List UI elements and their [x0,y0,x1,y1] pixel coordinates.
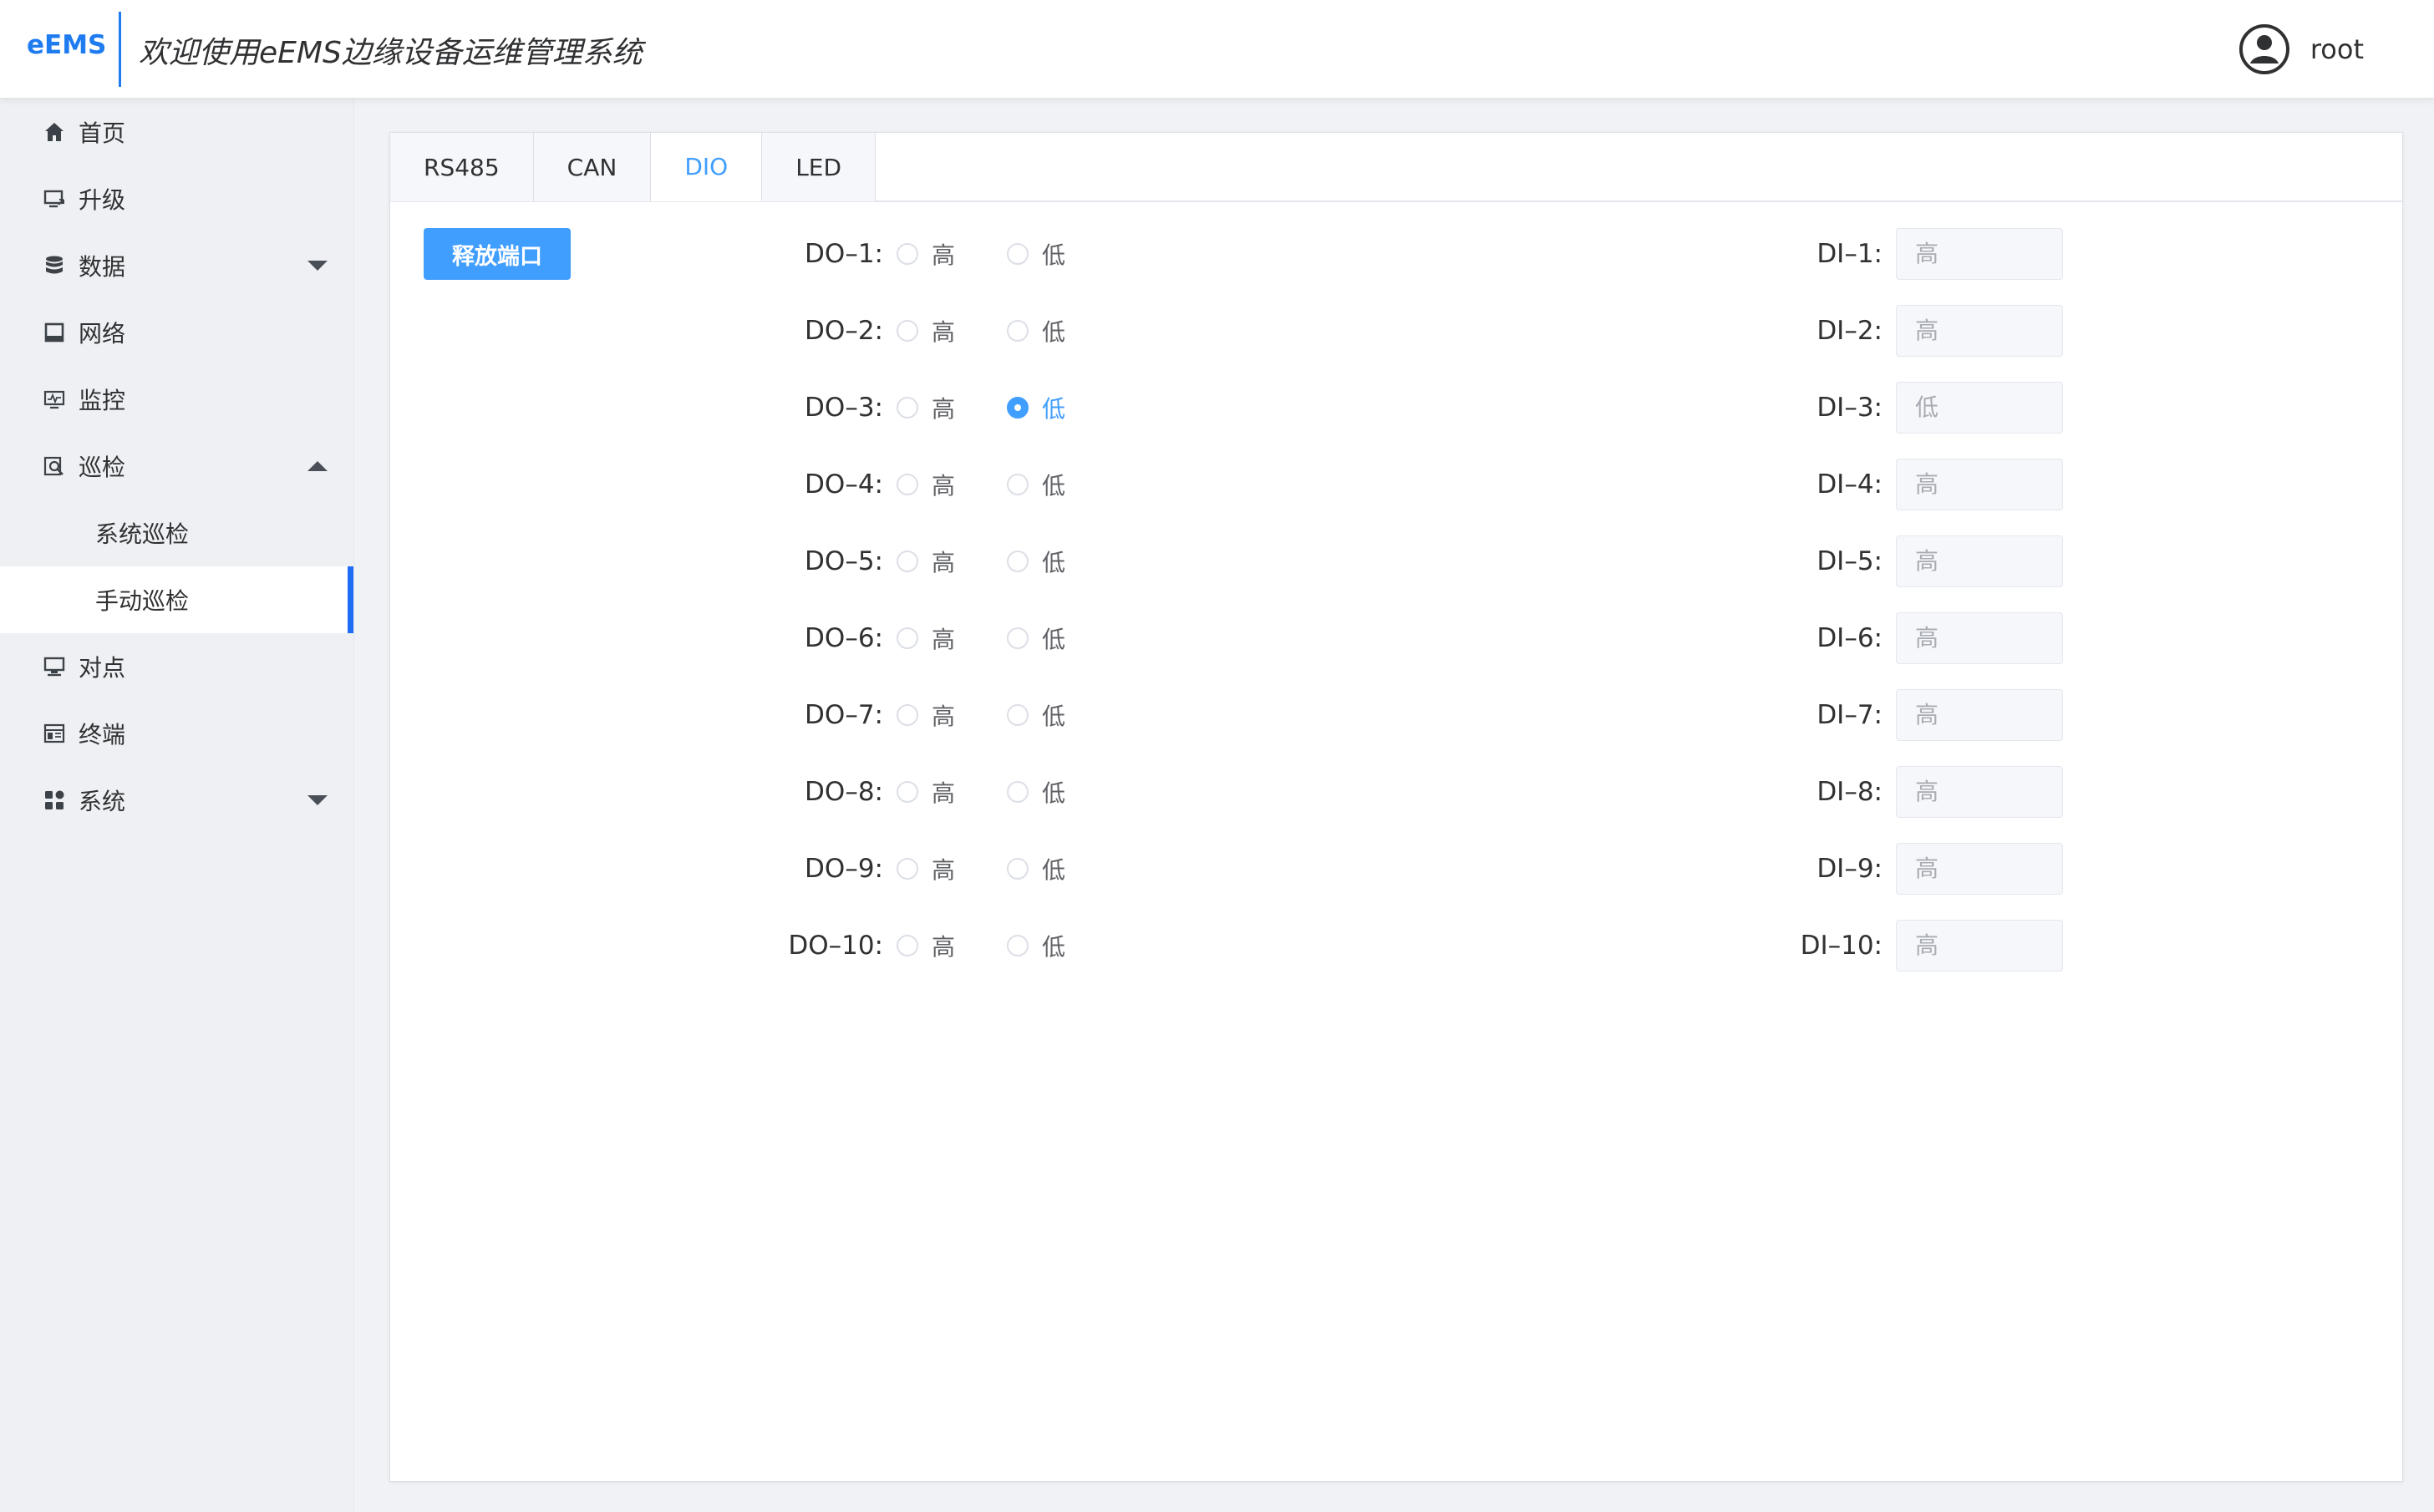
di-port-label: DI–3: [1817,393,1883,423]
protocol-tabs: RS485 CAN DIO LED [390,133,2402,201]
submenu-item-manual-inspection[interactable]: 手动巡检 [0,566,353,633]
di-value-field: 低 [1896,382,2063,434]
di-value-field: 高 [1896,766,2063,818]
sidebar-item-label: 首页 [79,119,126,147]
submenu-item-label: 手动巡检 [95,587,190,615]
chevron-down-icon[interactable] [307,794,328,806]
sidebar-item-label: 系统 [79,788,126,815]
di-port-label: DI–2: [1817,316,1883,346]
sidebar-item-system[interactable]: 系统 [0,767,353,834]
di-value-field: 高 [1896,459,2063,510]
point-icon [43,657,65,677]
sidebar-item-network[interactable]: 网络 [0,299,353,366]
database-icon [46,256,63,274]
top-header: eEMS 欢迎使用eEMS边缘设备运维管理系统 root [0,0,2434,99]
submenu-item-label: 系统巡检 [95,520,190,548]
inspect-icon [43,456,64,476]
system-icon [45,790,64,809]
logo-divider [119,12,121,87]
di-port-label: DI–6: [1817,623,1883,653]
logo[interactable]: eEMS [27,30,106,60]
sidebar-item-label: 数据 [79,253,126,281]
submenu-item-system-inspection[interactable]: 系统巡检 [0,500,353,566]
di-value-field: 高 [1896,305,2063,357]
sidebar-item-label: 监控 [79,387,126,414]
di-value-field: 高 [1896,843,2063,895]
di-port-label: DI–10: [1800,931,1883,961]
sidebar-item-inspection[interactable]: 巡检 [0,433,353,500]
monitor-icon [43,390,65,409]
dio-panel: RS485 CAN DIO LED 释放端口 DO–1: 高低 DI–1: 高 DO–2… [389,132,2403,1482]
sidebar-item-home[interactable]: 首页 [0,99,353,165]
sidebar-item-point-check[interactable]: 对点 [0,633,353,700]
di-value-field: 高 [1896,689,2063,741]
upgrade-icon [43,190,64,208]
app-title: 欢迎使用eEMS边缘设备运维管理系统 [139,36,643,70]
user-name[interactable]: root [2310,33,2364,65]
di-port-label: DI–7: [1817,700,1883,730]
sidebar-item-data[interactable]: 数据 [0,232,353,299]
di-port-label: DI–1: [1817,239,1883,269]
sidebar-item-label: 终端 [79,721,126,748]
sidebar-item-label: 对点 [79,654,126,682]
chevron-down-icon[interactable] [307,260,328,271]
di-port-label: DI–8: [1817,777,1883,807]
tab-can[interactable]: CAN [533,133,652,201]
sidebar: 首页 升级 数据 网络 监控 巡检 系统巡检 手动巡检 对点 终端 系统 [0,99,354,1512]
tab-rs485[interactable]: RS485 [390,133,534,201]
user-avatar-icon[interactable] [2238,23,2290,75]
di-port-label: DI–4: [1817,469,1883,500]
sidebar-item-label: 巡检 [79,454,126,481]
chevron-up-icon[interactable] [307,460,328,472]
tabs-divider [390,201,2402,202]
user-menu[interactable]: root [2238,23,2364,75]
di-value-field: 高 [1896,228,2063,280]
tab-dio[interactable]: DIO [651,133,763,201]
home-icon [45,123,64,141]
network-icon [44,322,64,342]
di-value-field: 高 [1896,535,2063,587]
terminal-icon [43,723,65,743]
tab-led[interactable]: LED [762,133,877,201]
tabs-spacer [876,133,2402,200]
sidebar-item-monitor[interactable]: 监控 [0,366,353,433]
sidebar-item-label: 网络 [79,320,126,348]
di-port-label: DI–9: [1817,854,1883,884]
sidebar-item-label: 升级 [79,186,126,214]
sidebar-item-terminal[interactable]: 终端 [0,700,353,767]
di-port-label: DI–5: [1817,546,1883,576]
di-value-field: 高 [1896,920,2063,972]
sidebar-item-upgrade[interactable]: 升级 [0,165,353,232]
di-value-field: 高 [1896,612,2063,664]
